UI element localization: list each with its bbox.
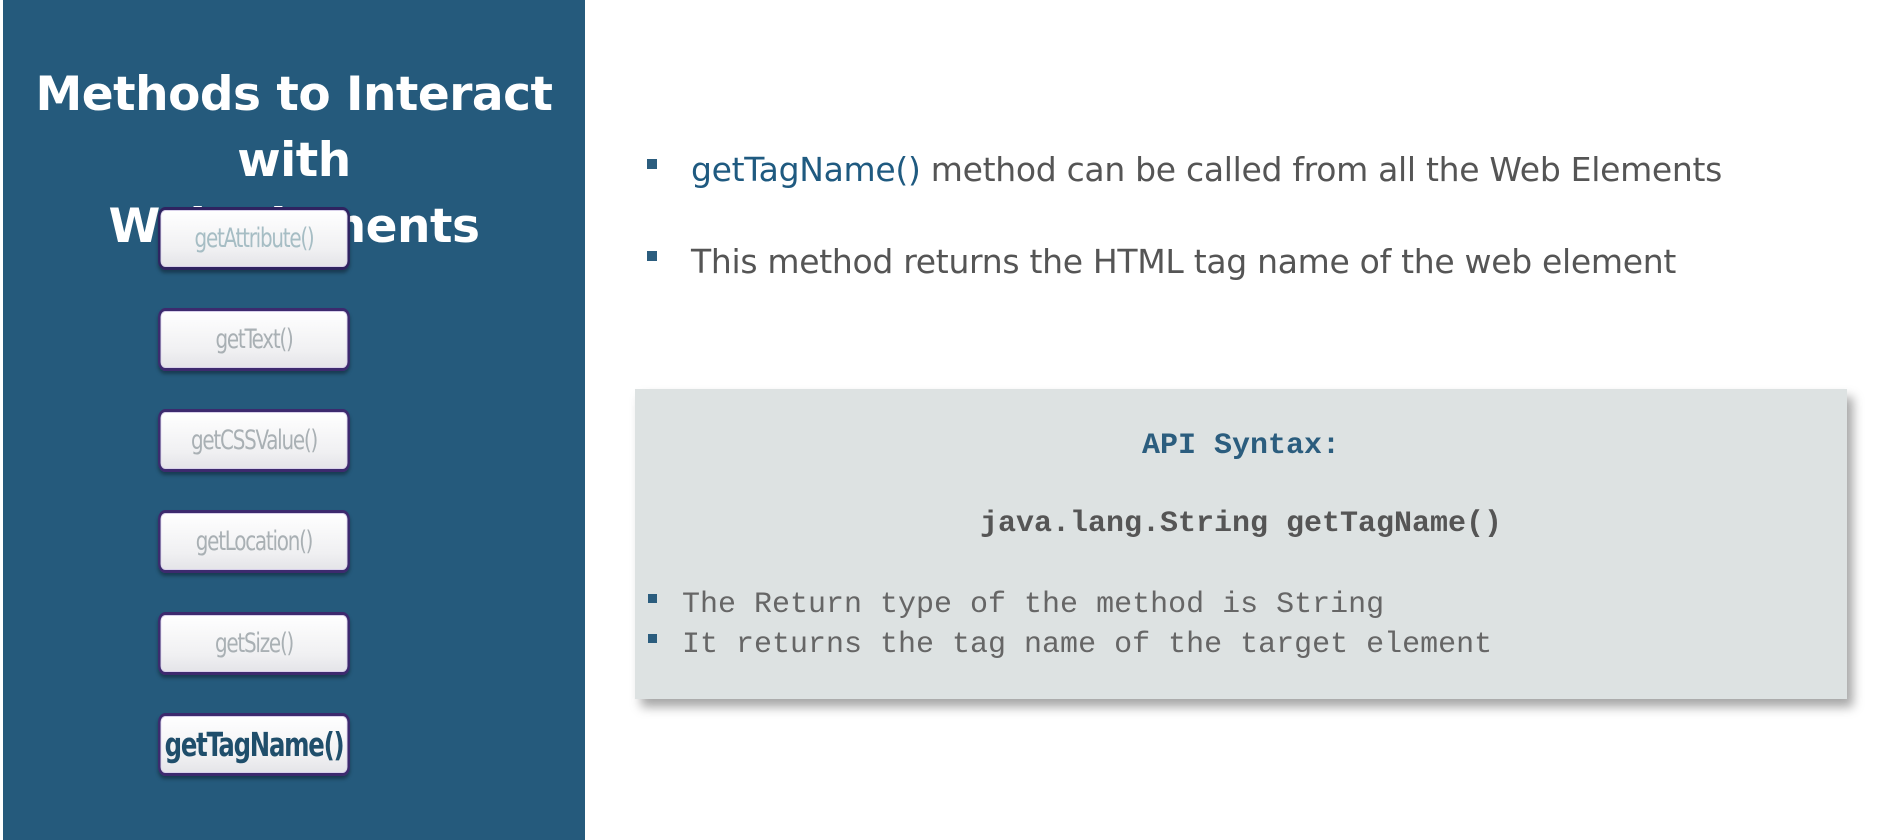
- method-name: getTagName(): [691, 150, 921, 189]
- note-item: It returns the tag name of the target el…: [648, 625, 1492, 665]
- bullet-text-2: This method returns the HTML tag name of…: [691, 242, 1677, 281]
- square-bullet-icon: [648, 633, 657, 643]
- bullet-item-1: getTagName() method can be called from a…: [647, 150, 1722, 189]
- sidebar: Methods to Interact with Web Elements ge…: [3, 0, 585, 840]
- square-bullet-icon: [648, 593, 657, 603]
- note-text: It returns the tag name of the target el…: [682, 628, 1493, 662]
- sidebar-title-line1: Methods to Interact with: [35, 67, 553, 188]
- bullet-item-2: This method returns the HTML tag name of…: [647, 242, 1676, 281]
- note-item: The Return type of the method is String: [648, 585, 1492, 625]
- bullet-text-1: method can be called from all the Web El…: [920, 150, 1723, 189]
- api-syntax-box: API Syntax: java.lang.String getTagName(…: [635, 389, 1847, 699]
- method-button-gettagname[interactable]: getTagName(): [158, 713, 350, 776]
- method-button-gettext[interactable]: getText(): [158, 308, 350, 371]
- api-syntax-code: java.lang.String getTagName(): [979, 507, 1503, 541]
- method-button-getattribute[interactable]: getAttribute(): [158, 207, 350, 270]
- method-button-getlocation[interactable]: getLocation(): [158, 510, 350, 573]
- method-button-getcssvalue[interactable]: getCSSValue(): [158, 409, 350, 472]
- note-text: The Return type of the method is String: [682, 588, 1385, 622]
- api-syntax-notes: The Return type of the method is String …: [648, 585, 1492, 665]
- content-area: getTagName() method can be called from a…: [585, 0, 1896, 840]
- square-bullet-icon: [647, 158, 657, 169]
- method-button-getsize[interactable]: getSize(): [158, 612, 350, 675]
- square-bullet-icon: [647, 250, 657, 261]
- api-syntax-heading: API Syntax:: [1141, 429, 1341, 463]
